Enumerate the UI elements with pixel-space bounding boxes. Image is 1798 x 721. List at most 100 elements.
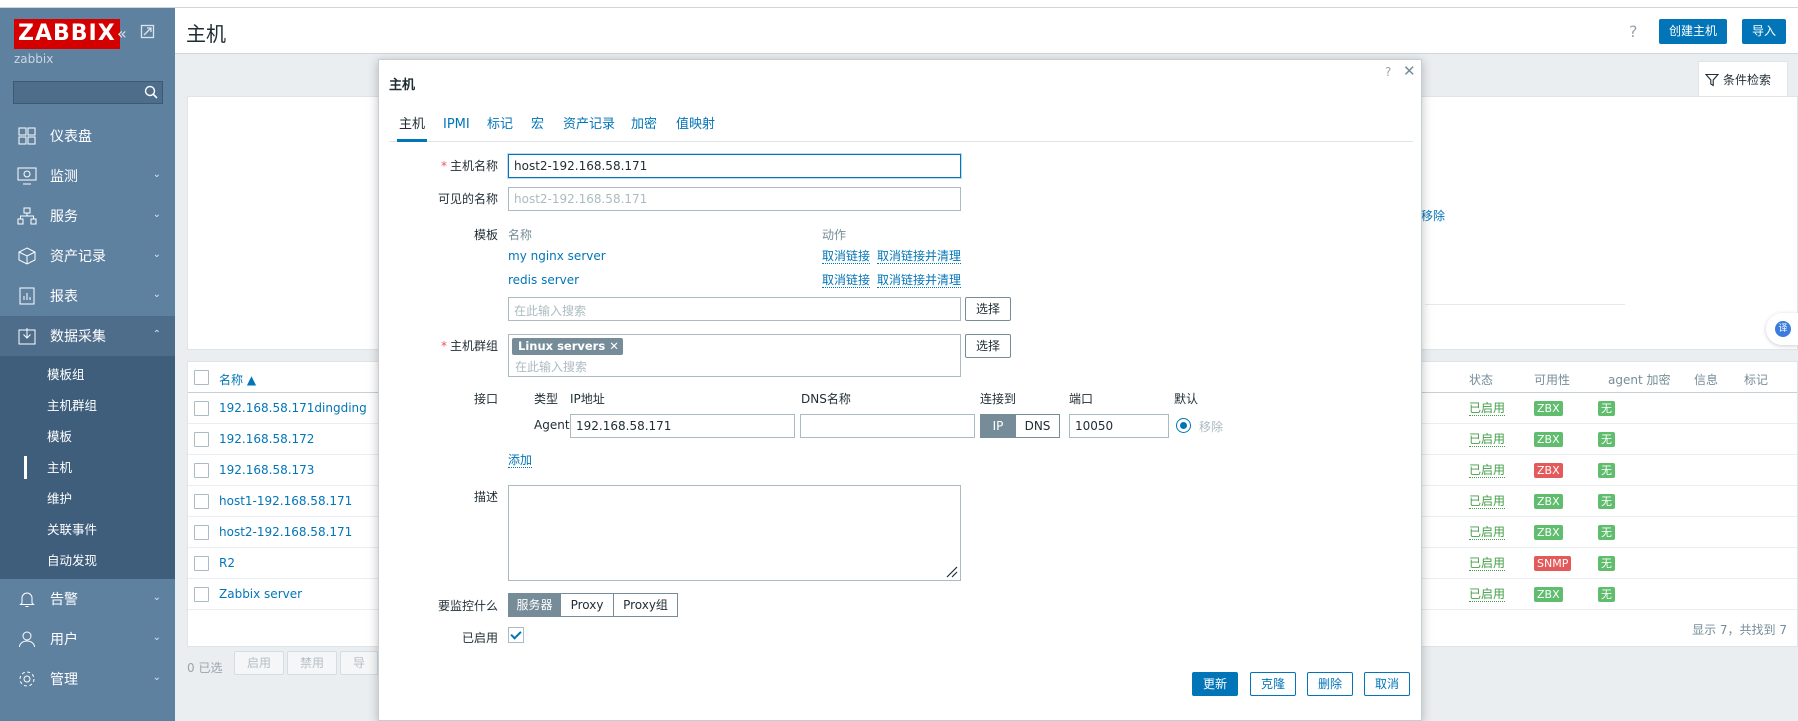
row-checkbox[interactable] [194, 525, 209, 540]
default-interface-radio[interactable] [1176, 418, 1191, 433]
sidebar-item-users[interactable]: 用户 ⌄ [0, 619, 175, 659]
export-button[interactable]: 导 [340, 651, 379, 675]
iface-dns-input[interactable] [800, 414, 975, 438]
host-name-link[interactable]: Zabbix server [219, 587, 302, 601]
row-checkbox[interactable] [194, 432, 209, 447]
help-icon[interactable]: ? [1629, 22, 1638, 41]
template-search-input[interactable]: 在此输入搜索 [508, 297, 961, 321]
enable-button[interactable]: 启用 [234, 651, 285, 675]
status-toggle[interactable]: 已启用 [1469, 494, 1506, 509]
submenu-item-host-groups[interactable]: 主机群组 [0, 390, 175, 421]
unlink-and-clear-button[interactable]: 取消链接并清理 [877, 249, 962, 264]
create-host-button[interactable]: 创建主机 [1659, 19, 1728, 44]
status-toggle[interactable]: 已启用 [1469, 463, 1506, 478]
tab-tags[interactable]: 标记 [487, 115, 513, 142]
monitored-by-proxy[interactable]: Proxy [560, 593, 614, 617]
host-name-link[interactable]: 192.168.58.171dingding [219, 401, 367, 415]
row-checkbox[interactable] [194, 463, 209, 478]
tab-host[interactable]: 主机 [397, 115, 428, 142]
iface-ip-input[interactable]: 192.168.58.171 [570, 414, 795, 438]
status-toggle[interactable]: 已启用 [1469, 587, 1506, 602]
unlink-button[interactable]: 取消链接 [822, 249, 871, 264]
add-interface-button[interactable]: 添加 [508, 453, 533, 468]
filter-remove-link[interactable]: 移除 [1421, 207, 1445, 224]
tab-value-mapping[interactable]: 值映射 [676, 115, 715, 142]
row-checkbox[interactable] [194, 587, 209, 602]
submenu-item-event-correlation[interactable]: 关联事件 [0, 514, 175, 545]
clone-button[interactable]: 克隆 [1250, 672, 1297, 696]
host-name-link[interactable]: host1-192.168.58.171 [219, 494, 352, 508]
status-toggle[interactable]: 已启用 [1469, 525, 1506, 540]
host-name-link[interactable]: host2-192.168.58.171 [219, 525, 352, 539]
tab-encryption[interactable]: 加密 [631, 115, 657, 142]
sidebar-item-monitoring[interactable]: 监测 ⌄ [0, 156, 175, 196]
column-status[interactable]: 状态 [1469, 371, 1493, 388]
close-icon[interactable]: ✕ [1403, 62, 1416, 80]
tab-macros[interactable]: 宏 [531, 115, 544, 142]
sidebar-item-dashboard[interactable]: 仪表盘 [0, 116, 175, 156]
unlink-and-clear-button[interactable]: 取消链接并清理 [877, 273, 962, 288]
host-group-search-input[interactable]: 在此输入搜索 [515, 358, 587, 375]
host-name-input[interactable]: host2-192.168.58.171 [508, 154, 961, 178]
description-textarea[interactable] [508, 485, 961, 581]
cancel-button[interactable]: 取消 [1364, 672, 1411, 696]
template-link[interactable]: my nginx server [508, 249, 606, 263]
enabled-checkbox[interactable] [508, 627, 524, 643]
administration-gear-icon [16, 668, 38, 690]
submenu-item-maintenance[interactable]: 维护 [0, 483, 175, 514]
connect-dns-toggle[interactable]: DNS [1015, 414, 1060, 438]
sidebar-item-services[interactable]: 服务 ⌄ [0, 196, 175, 236]
resize-grip-icon[interactable] [944, 564, 958, 578]
disable-button[interactable]: 禁用 [287, 651, 338, 675]
iface-port-input[interactable]: 10050 [1069, 414, 1169, 438]
status-toggle[interactable]: 已启用 [1469, 401, 1506, 416]
row-checkbox[interactable] [194, 494, 209, 509]
host-group-chip[interactable]: Linux servers ✕ [512, 338, 623, 355]
row-checkbox[interactable] [194, 401, 209, 416]
host-groups-multiselect[interactable]: Linux servers ✕ 在此输入搜索 [508, 334, 961, 377]
host-name-link[interactable]: 192.168.58.173 [219, 463, 314, 477]
select-all-checkbox[interactable] [194, 370, 209, 385]
sidebar-item-data-collection[interactable]: 数据采集 ⌃ [0, 316, 175, 356]
chip-remove-icon[interactable]: ✕ [609, 339, 619, 353]
submenu-item-templates[interactable]: 模板 [0, 421, 175, 452]
interfaces-label: 接口 [473, 392, 498, 406]
sidebar-item-alerts[interactable]: 告警 ⌄ [0, 579, 175, 619]
select-host-groups-button[interactable]: 选择 [965, 334, 1012, 358]
zabbix-logo[interactable]: ZABBIX [14, 19, 120, 49]
template-link[interactable]: redis server [508, 273, 579, 287]
monitored-by-proxy-group[interactable]: Proxy组 [613, 593, 678, 617]
host-name-link[interactable]: 192.168.58.172 [219, 432, 314, 446]
status-toggle[interactable]: 已启用 [1469, 432, 1506, 447]
update-button[interactable]: 更新 [1192, 672, 1239, 696]
select-templates-button[interactable]: 选择 [965, 297, 1012, 321]
required-marker: * [440, 159, 447, 173]
tab-ipmi[interactable]: IPMI [443, 115, 470, 142]
status-toggle[interactable]: 已启用 [1469, 556, 1506, 571]
delete-button[interactable]: 删除 [1307, 672, 1354, 696]
filter-tab[interactable]: 条件检索 [1698, 61, 1788, 97]
unlink-button[interactable]: 取消链接 [822, 273, 871, 288]
search-icon[interactable] [144, 85, 158, 99]
submenu-item-discovery[interactable]: 自动发现 [0, 545, 175, 576]
sidebar-search-input[interactable] [13, 81, 163, 104]
sidebar-item-administration[interactable]: 管理 ⌄ [0, 659, 175, 699]
translate-widget[interactable]: 译 [1766, 313, 1798, 345]
selected-count: 0 已选 [187, 661, 223, 675]
row-checkbox[interactable] [194, 556, 209, 571]
sidebar-item-reports[interactable]: 报表 ⌄ [0, 276, 175, 316]
monitored-by-server[interactable]: 服务器 [508, 593, 561, 617]
help-icon[interactable]: ? [1385, 65, 1391, 79]
column-name[interactable]: 名称 ▲ [219, 371, 256, 388]
iface-remove-button[interactable]: 移除 [1199, 418, 1223, 435]
connect-ip-toggle[interactable]: IP [980, 414, 1016, 438]
submenu-item-hosts[interactable]: 主机 [0, 452, 175, 483]
import-button[interactable]: 导入 [1742, 19, 1787, 44]
submenu-item-template-groups[interactable]: 模板组 [0, 359, 175, 390]
kiosk-mode-icon[interactable] [140, 24, 155, 43]
tab-inventory[interactable]: 资产记录 [563, 115, 615, 142]
double-chevron-left-icon[interactable]: « [117, 24, 127, 43]
sidebar-item-inventory[interactable]: 资产记录 ⌄ [0, 236, 175, 276]
visible-name-input[interactable]: host2-192.168.58.171 [508, 187, 961, 211]
host-name-link[interactable]: R2 [219, 556, 235, 570]
